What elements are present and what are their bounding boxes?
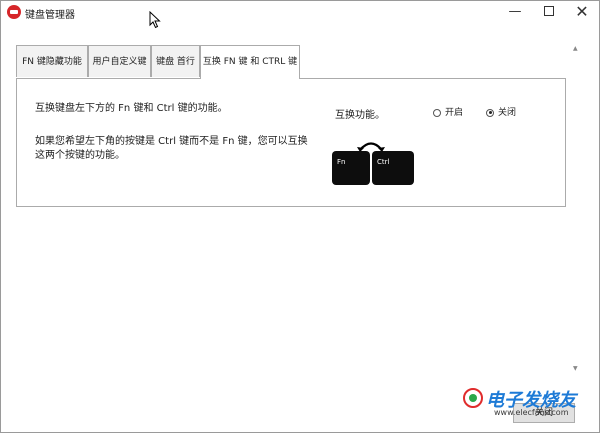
- title-bar: 键盘管理器 — ✕: [1, 1, 599, 25]
- panel-hint: 如果您希望左下角的按键是 Ctrl 键而不是 Fn 键，您可以互换这两个按键的功…: [35, 136, 308, 161]
- radio-disable[interactable]: 关闭: [486, 105, 516, 118]
- ctrl-key: Ctrl: [372, 151, 414, 185]
- panel-description: 互换键盘左下方的 Fn 键和 Ctrl 键的功能。: [35, 103, 228, 114]
- radio-circle-checked: [486, 108, 494, 117]
- radio-enable-label: 开启: [445, 108, 464, 118]
- tab-user-defined[interactable]: 用户自定义键: [88, 45, 151, 77]
- fn-key: Fn: [332, 151, 370, 185]
- swap-label: 互换功能。: [335, 110, 385, 121]
- app-window: 键盘管理器 — ✕ FN 键隐藏功能 用户自定义键 键盘 首行 互换 FN 键 …: [0, 0, 600, 433]
- scroll-down-icon[interactable]: ▼: [573, 365, 578, 372]
- mouse-cursor-icon: [149, 11, 161, 29]
- radio-enable[interactable]: 开启: [433, 105, 463, 118]
- key-illustration: Fn Ctrl: [332, 141, 416, 189]
- radio-disable-label: 关闭: [498, 108, 517, 118]
- tab-top-row[interactable]: 键盘 首行: [151, 45, 200, 77]
- maximize-button[interactable]: [532, 1, 566, 23]
- scroll-up-icon[interactable]: ▲: [573, 45, 578, 52]
- watermark-logo-icon: [463, 388, 483, 408]
- radio-circle: [433, 108, 441, 117]
- vertical-scrollbar[interactable]: ▲ ▼: [573, 45, 581, 375]
- window-title: 键盘管理器: [25, 10, 75, 21]
- close-button[interactable]: ✕: [565, 1, 599, 23]
- tab-fn-hidden[interactable]: FN 键隐藏功能: [16, 45, 88, 77]
- minimize-button[interactable]: —: [498, 1, 532, 23]
- swap-panel: 互换键盘左下方的 Fn 键和 Ctrl 键的功能。 如果您希望左下角的按键是 C…: [16, 78, 566, 207]
- tab-swap-fn-ctrl[interactable]: 互换 FN 键 和 CTRL 键: [200, 45, 300, 79]
- watermark-url: www.elecfans.com: [494, 408, 569, 417]
- watermark: 电子发烧友 www.elecfans.com: [461, 384, 591, 424]
- maximize-icon: [544, 5, 554, 16]
- keyboard-manager-icon: [7, 5, 21, 19]
